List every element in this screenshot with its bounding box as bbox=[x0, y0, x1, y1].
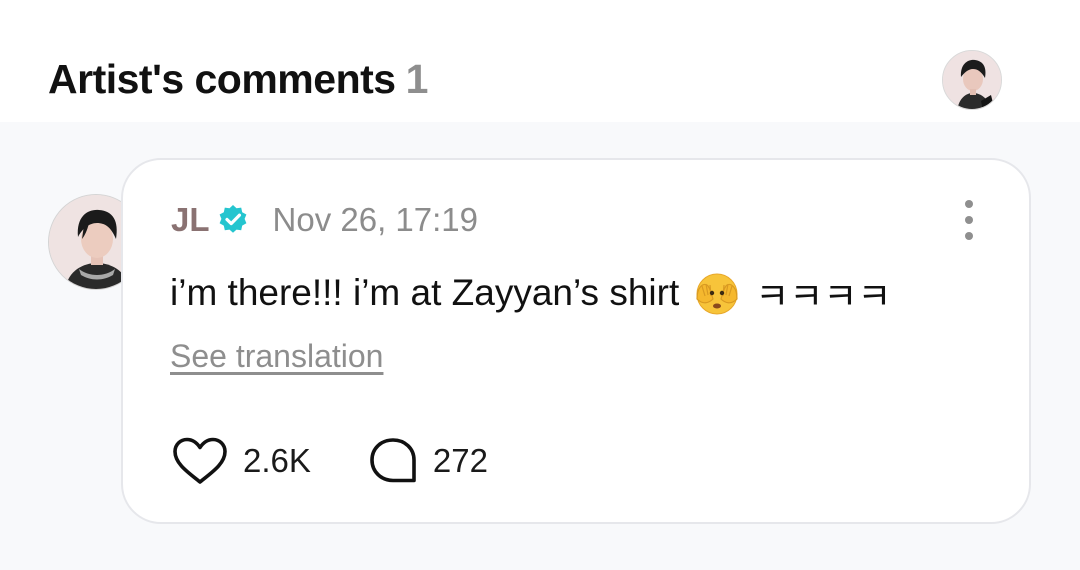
comment-actions: 2.6K 272 bbox=[171, 436, 488, 486]
artist-avatar-image bbox=[943, 51, 1001, 109]
comment-body: i’m there!!! i’m at Zayyan’s shirt ㅋㅋㅋㅋ bbox=[170, 266, 891, 320]
more-options-icon[interactable] bbox=[957, 200, 981, 240]
like-count: 2.6K bbox=[243, 442, 311, 479]
heart-icon bbox=[173, 437, 227, 484]
comment-card: JL Nov 26, 17:19 i’m there!!! i’m at Zay… bbox=[121, 158, 1031, 524]
more-dot bbox=[965, 216, 973, 224]
comment-text-main: i’m there!!! i’m at Zayyan’s shirt bbox=[170, 272, 680, 313]
verified-badge-icon bbox=[219, 205, 246, 233]
more-dot bbox=[965, 232, 973, 240]
like-button[interactable]: 2.6K bbox=[171, 436, 311, 486]
reply-count: 272 bbox=[432, 442, 488, 479]
more-dot bbox=[965, 200, 973, 208]
comment-meta: JL Nov 26, 17:19 bbox=[171, 200, 478, 240]
artist-avatar-button[interactable] bbox=[942, 50, 1002, 110]
reply-button[interactable]: 272 bbox=[367, 436, 488, 486]
comment-text-suffix: ㅋㅋㅋㅋ bbox=[755, 276, 892, 317]
section-title-text: Artist's comments bbox=[48, 56, 396, 102]
comment-bubble-icon bbox=[370, 438, 416, 483]
comment-timestamp: Nov 26, 17:19 bbox=[272, 201, 478, 238]
section-header: Artist's comments 1 bbox=[0, 0, 1080, 122]
section-title: Artist's comments 1 bbox=[48, 56, 428, 103]
author-name[interactable]: JL bbox=[171, 201, 210, 239]
see-translation-link[interactable]: See translation bbox=[170, 338, 383, 375]
face-with-peeking-eye-emoji-icon bbox=[696, 273, 738, 315]
comment-count: 1 bbox=[405, 56, 429, 102]
